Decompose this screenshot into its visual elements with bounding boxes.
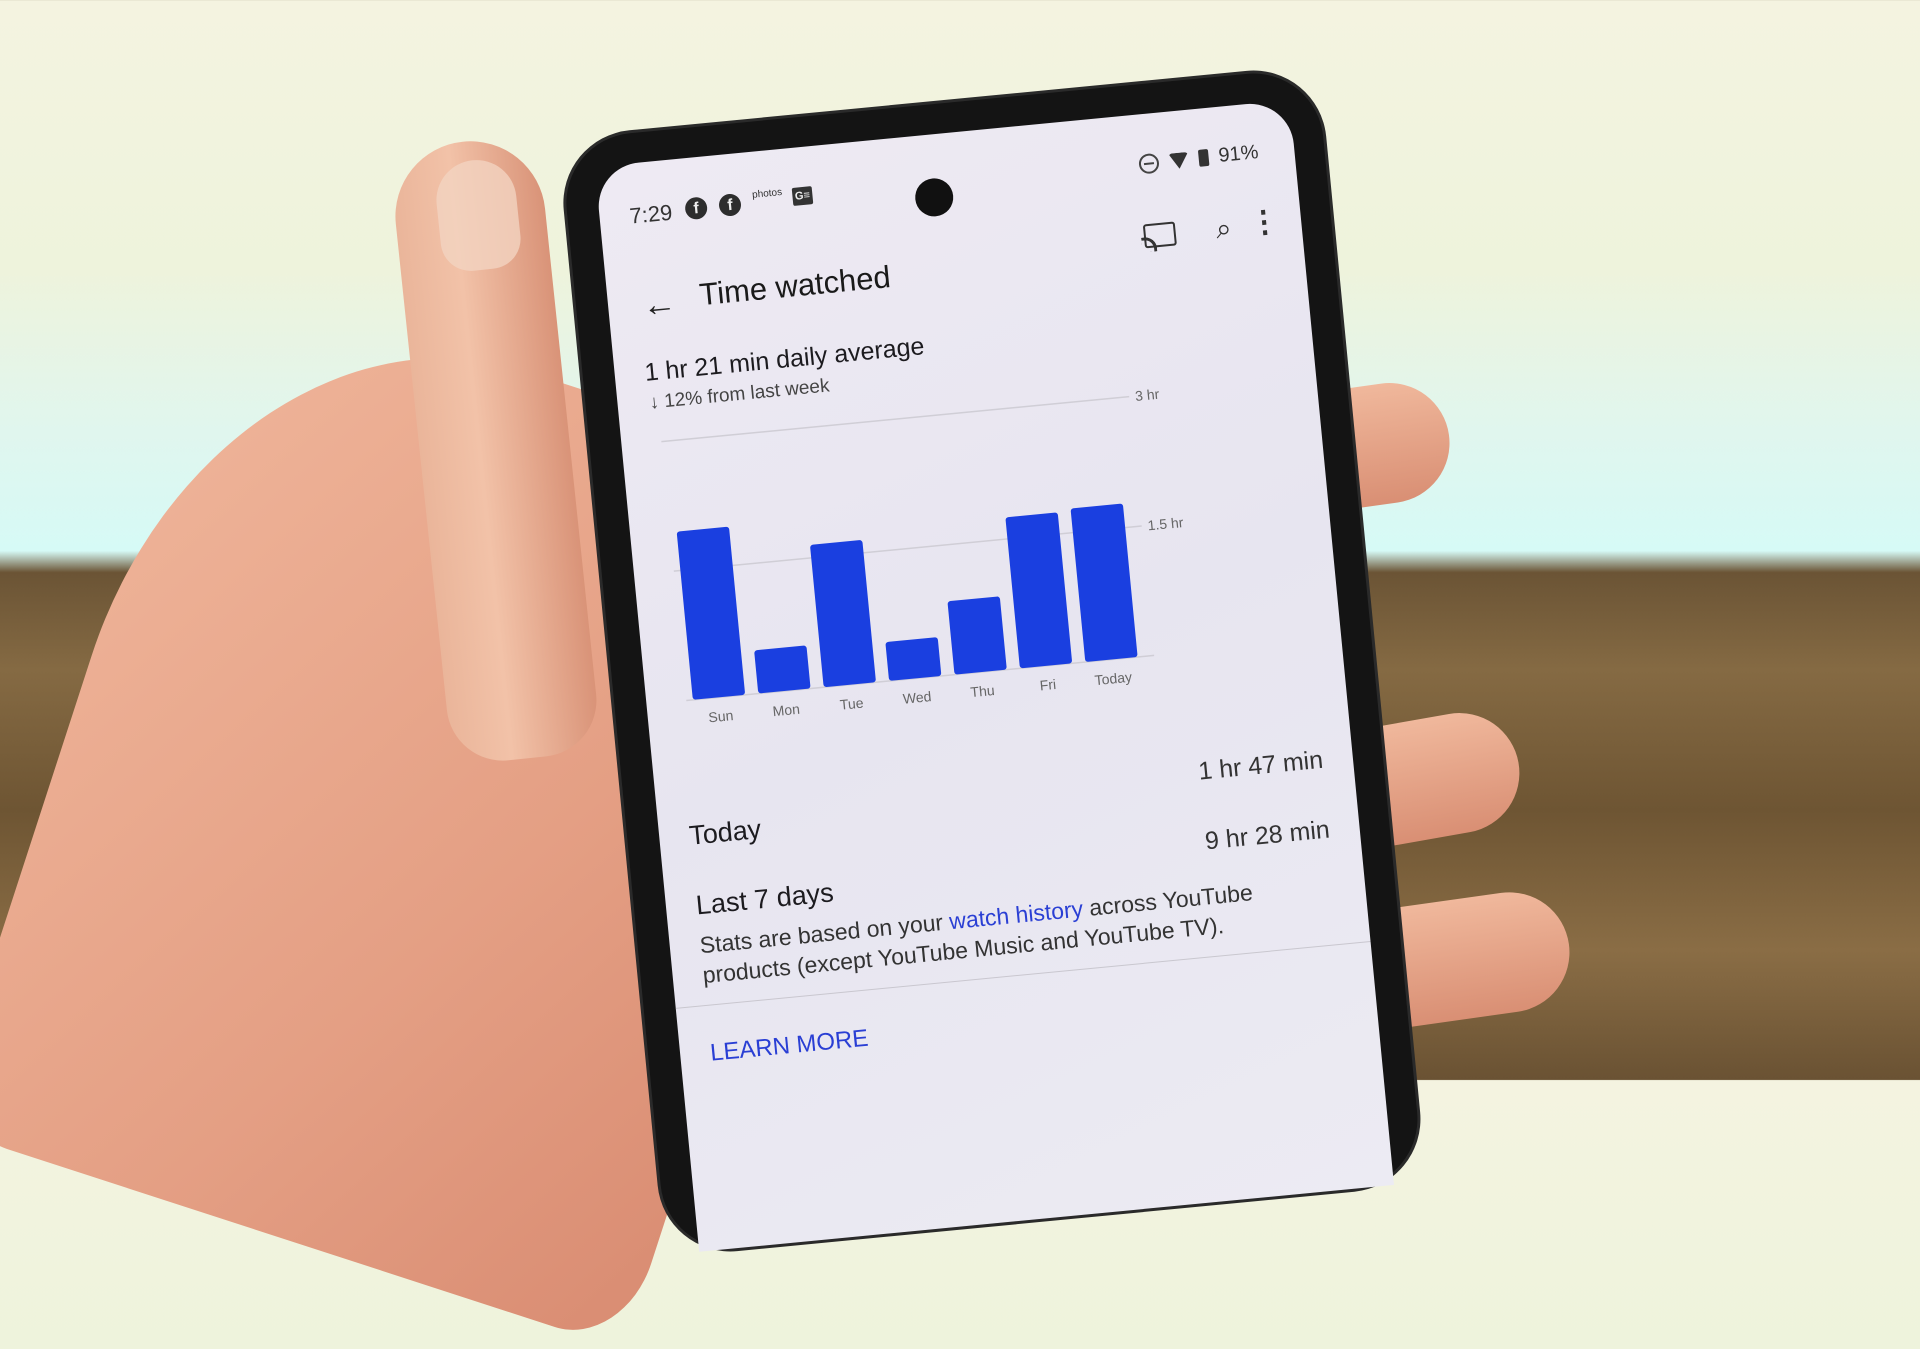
more-options-icon[interactable]: ⋮ bbox=[1248, 204, 1281, 242]
battery-icon bbox=[1197, 148, 1210, 167]
row-label: Last 7 days bbox=[694, 877, 835, 921]
bar bbox=[885, 637, 942, 681]
cast-icon[interactable] bbox=[1142, 221, 1177, 249]
bar bbox=[754, 645, 811, 694]
learn-more-link[interactable]: LEARN MORE bbox=[709, 1025, 870, 1068]
bar bbox=[1005, 512, 1072, 669]
x-tick-label: Mon bbox=[772, 701, 801, 720]
facebook-icon: f bbox=[718, 193, 743, 218]
x-tick-label: Tue bbox=[839, 695, 864, 713]
bar bbox=[810, 540, 876, 687]
google-news-icon: G≡ bbox=[791, 186, 814, 206]
gridline bbox=[673, 525, 1142, 572]
x-tick-label: Sun bbox=[708, 707, 734, 725]
page-title: Time watched bbox=[697, 259, 893, 313]
search-icon[interactable]: ⌕ bbox=[1214, 212, 1233, 246]
status-time: 7:29 bbox=[628, 199, 674, 229]
facebook-icon: f bbox=[684, 196, 709, 221]
row-value: 1 hr 47 min bbox=[1197, 745, 1325, 786]
do-not-disturb-icon bbox=[1137, 152, 1160, 175]
amazon-photos-icon: photos bbox=[751, 186, 783, 201]
row-value: 9 hr 28 min bbox=[1203, 815, 1331, 856]
row-label: Today bbox=[687, 813, 763, 851]
x-tick-label: Today bbox=[1094, 669, 1133, 689]
phone-screen: 7:29 f f photos G≡ 91% ← Time watched ⌕ … bbox=[594, 99, 1394, 1252]
time-watched-chart: 1.5 hr 3 hr Sun Mon Tue Wed Thu Fri Today bbox=[661, 386, 1185, 725]
x-tick-label: Thu bbox=[970, 682, 996, 700]
y-tick-label: 3 hr bbox=[1134, 386, 1160, 404]
bar bbox=[676, 526, 745, 700]
wifi-icon bbox=[1168, 151, 1190, 170]
x-tick-label: Fri bbox=[1039, 676, 1057, 693]
down-arrow-icon: ↓ bbox=[648, 391, 661, 414]
x-tick-label: Wed bbox=[902, 688, 932, 707]
back-arrow-icon[interactable]: ← bbox=[640, 284, 678, 326]
y-tick-label: 1.5 hr bbox=[1147, 514, 1185, 533]
battery-percent: 91% bbox=[1217, 141, 1260, 167]
bar bbox=[947, 596, 1007, 675]
phone: 7:29 f f photos G≡ 91% ← Time watched ⌕ … bbox=[560, 67, 1424, 1255]
